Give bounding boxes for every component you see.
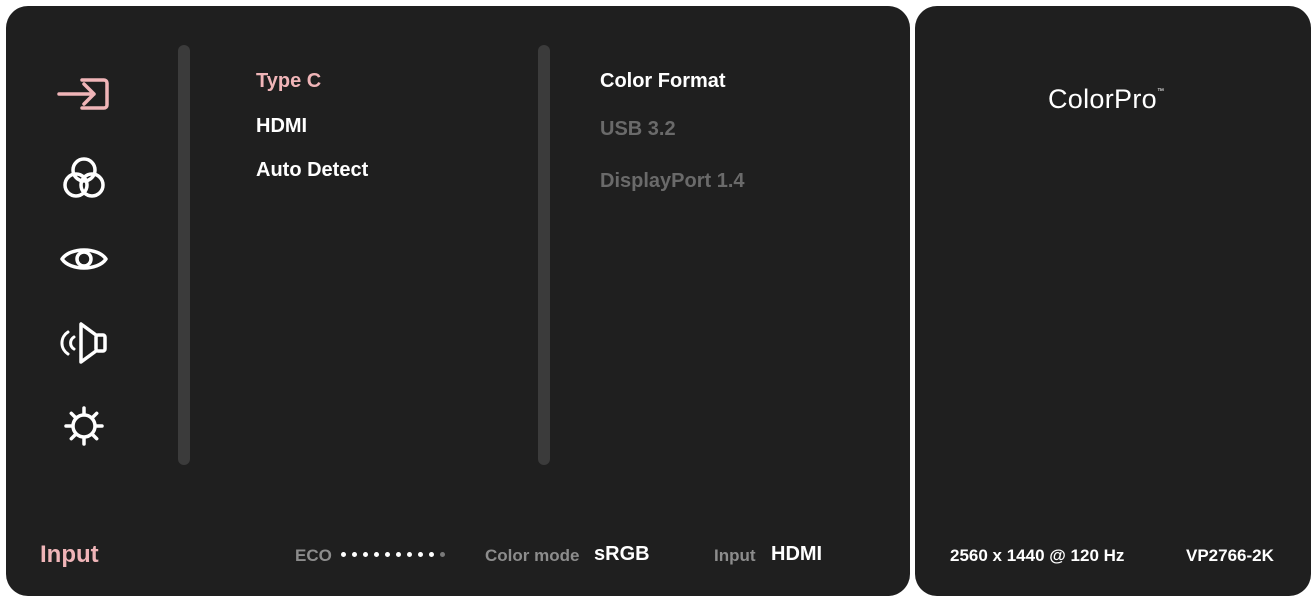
eco-dot: [352, 552, 357, 557]
model-name: VP2766-2K: [1186, 546, 1274, 565]
eco-dot: [407, 552, 412, 557]
submenu-item-type-c[interactable]: Type C: [256, 70, 321, 93]
input-status-value: HDMI: [771, 543, 823, 565]
submenu-item-hdmi[interactable]: HDMI: [256, 115, 307, 138]
eco-dot: [429, 552, 434, 557]
eco-level-indicator: [341, 552, 445, 557]
page-title: Input: [40, 541, 99, 568]
submenu-item-auto-detect[interactable]: Auto Detect: [256, 159, 368, 182]
input-icon[interactable]: [56, 72, 112, 116]
color-mode-label: Color mode: [485, 546, 580, 565]
eco-dot: [396, 552, 401, 557]
eco-dot: [418, 552, 423, 557]
eco-dot: [341, 552, 346, 557]
option-item-displayport-1-4: DisplayPort 1.4: [600, 170, 745, 192]
eco-label: ECO: [295, 546, 332, 565]
input-status-label: Input: [714, 546, 756, 565]
option-item-usb-3-2: USB 3.2: [600, 118, 676, 140]
resolution-info: 2560 x 1440 @ 120 Hz: [950, 546, 1125, 565]
color-adjust-icon[interactable]: [56, 156, 112, 200]
eco-dot: [385, 552, 390, 557]
colorpro-logo: ColorPro™: [1048, 84, 1165, 114]
osd-main-panel: [6, 6, 910, 596]
option-item-color-format[interactable]: Color Format: [600, 70, 726, 93]
view-mode-icon[interactable]: [56, 237, 112, 281]
audio-icon[interactable]: [56, 321, 112, 365]
eco-dot: [440, 552, 445, 557]
submenu-scrollbar[interactable]: [178, 45, 190, 465]
options-scrollbar[interactable]: [538, 45, 550, 465]
color-mode-value: sRGB: [594, 543, 650, 565]
eco-dot: [363, 552, 368, 557]
eco-dot: [374, 552, 379, 557]
setup-gear-icon[interactable]: [56, 404, 112, 448]
